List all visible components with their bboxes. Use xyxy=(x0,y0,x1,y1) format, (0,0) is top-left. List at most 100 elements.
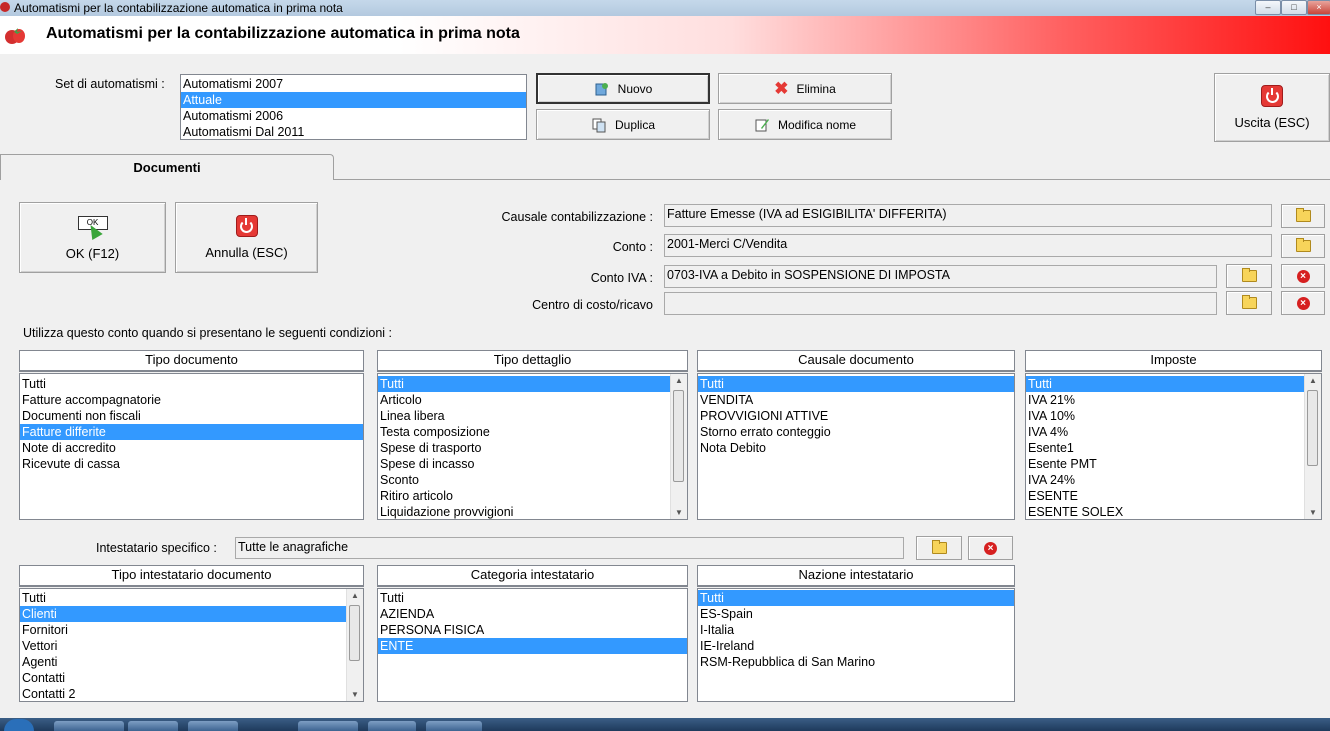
imposte-item[interactable]: ESENTE SOLEX xyxy=(1026,504,1304,519)
ok-button[interactable]: OK OK (F12) xyxy=(19,202,166,273)
start-button[interactable] xyxy=(4,719,34,731)
causale-documento-item[interactable]: PROVVIGIONI ATTIVE xyxy=(698,408,1014,424)
set-listbox[interactable]: Automatismi 2007 Attuale Automatismi 2006 A… xyxy=(180,74,527,140)
nazione-intestatario-item[interactable]: RSM-Repubblica di San Marino xyxy=(698,654,1014,670)
tipo-documento-item[interactable]: Ricevute di cassa xyxy=(20,456,363,472)
set-list-item[interactable]: Attuale xyxy=(181,92,526,108)
causale-documento-header: Causale documento xyxy=(697,350,1015,372)
cancel-button[interactable]: Annulla (ESC) xyxy=(175,202,318,273)
delete-x-icon: ✖ xyxy=(774,78,789,98)
centro-clear-button[interactable]: × xyxy=(1281,291,1325,315)
maximize-icon[interactable]: □ xyxy=(1281,0,1307,15)
tipo-documento-item[interactable]: Documenti non fiscali xyxy=(20,408,363,424)
exit-button[interactable]: Uscita (ESC) xyxy=(1214,73,1330,142)
categoria-intestatario-item[interactable]: ENTE xyxy=(378,638,687,654)
taskbar-button[interactable] xyxy=(426,721,482,731)
tipo-intestatario-item[interactable]: Contatti 2 xyxy=(20,686,346,701)
nazione-intestatario-item[interactable]: Tutti xyxy=(698,590,1014,606)
tipo-intestatario-item[interactable]: Contatti xyxy=(20,670,346,686)
categoria-intestatario-item[interactable]: AZIENDA xyxy=(378,606,687,622)
conto-iva-clear-button[interactable]: × xyxy=(1281,264,1325,288)
imposte-item[interactable]: IVA 10% xyxy=(1026,408,1304,424)
taskbar-button[interactable] xyxy=(298,721,358,731)
causale-browse-button[interactable] xyxy=(1281,204,1325,228)
taskbar-button[interactable] xyxy=(128,721,178,731)
delete-button[interactable]: ✖ Elimina xyxy=(718,73,892,104)
taskbar xyxy=(0,718,1330,731)
tipo-documento-item[interactable]: Note di accredito xyxy=(20,440,363,456)
causale-documento-item[interactable]: VENDITA xyxy=(698,392,1014,408)
imposte-item[interactable]: Esente PMT xyxy=(1026,456,1304,472)
imposte-list[interactable]: Tutti IVA 21% IVA 10% IVA 4% Esente1 Esente P… xyxy=(1025,373,1322,520)
power-icon xyxy=(1261,85,1283,107)
tipo-documento-list[interactable]: Tutti Fatture accompagnatorie Documenti no… xyxy=(19,373,364,520)
new-button[interactable]: Nuovo xyxy=(536,73,710,104)
centro-browse-button[interactable] xyxy=(1226,291,1272,315)
tipo-dettaglio-item[interactable]: Sconto xyxy=(378,472,670,488)
clear-x-icon: × xyxy=(1296,296,1310,310)
categoria-intestatario-item[interactable]: Tutti xyxy=(378,590,687,606)
tipo-dettaglio-item[interactable]: Linea libera xyxy=(378,408,670,424)
tipo-dettaglio-scrollbar[interactable]: ▲ ▼ xyxy=(670,374,687,519)
tipo-intestatario-scrollbar[interactable]: ▲ ▼ xyxy=(346,589,363,701)
strawberry-logo-icon xyxy=(5,28,25,44)
tipo-intestatario-item[interactable]: Tutti xyxy=(20,590,346,606)
causale-documento-item[interactable]: Nota Debito xyxy=(698,440,1014,456)
conditions-label: Utilizza questo conto quando si presenta… xyxy=(23,326,392,340)
imposte-item[interactable]: IVA 4% xyxy=(1026,424,1304,440)
intestatario-clear-button[interactable]: × xyxy=(968,536,1013,560)
causale-documento-item[interactable]: Storno errato conteggio xyxy=(698,424,1014,440)
categoria-intestatario-item[interactable]: PERSONA FISICA xyxy=(378,622,687,638)
tipo-documento-item[interactable]: Fatture accompagnatorie xyxy=(20,392,363,408)
imposte-item[interactable]: Tutti xyxy=(1026,376,1304,392)
tipo-intestatario-item[interactable]: Agenti xyxy=(20,654,346,670)
categoria-intestatario-list[interactable]: Tutti AZIENDA PERSONA FISICA ENTE xyxy=(377,588,688,702)
taskbar-button[interactable] xyxy=(368,721,416,731)
minimize-icon[interactable]: – xyxy=(1255,0,1281,15)
tab-documenti[interactable]: Documenti xyxy=(0,154,334,180)
tipo-intestatario-list[interactable]: Tutti Clienti Fornitori Vettori Agenti Contat… xyxy=(19,588,364,702)
tipo-dettaglio-item[interactable]: Ritiro articolo xyxy=(378,488,670,504)
tipo-dettaglio-item[interactable]: Spese di trasporto xyxy=(378,440,670,456)
close-icon[interactable]: × xyxy=(1307,0,1330,15)
tipo-documento-item[interactable]: Tutti xyxy=(20,376,363,392)
tipo-dettaglio-item[interactable]: Liquidazione provvigioni xyxy=(378,504,670,519)
imposte-scrollbar[interactable]: ▲ ▼ xyxy=(1304,374,1321,519)
conto-field[interactable]: 2001-Merci C/Vendita xyxy=(664,234,1272,257)
causale-documento-list[interactable]: Tutti VENDITA PROVVIGIONI ATTIVE Storno err… xyxy=(697,373,1015,520)
nazione-intestatario-item[interactable]: IE-Ireland xyxy=(698,638,1014,654)
tipo-dettaglio-header: Tipo dettaglio xyxy=(377,350,688,372)
conto-iva-label: Conto IVA : xyxy=(590,271,653,285)
intestatario-field[interactable]: Tutte le anagrafiche xyxy=(235,537,904,559)
tipo-documento-item[interactable]: Fatture differite xyxy=(20,424,363,440)
causale-documento-item[interactable]: Tutti xyxy=(698,376,1014,392)
conto-iva-field[interactable]: 0703-IVA a Debito in SOSPENSIONE DI IMPO… xyxy=(664,265,1217,288)
tipo-intestatario-item[interactable]: Vettori xyxy=(20,638,346,654)
causale-field[interactable]: Fatture Emesse (IVA ad ESIGIBILITA' DIFF… xyxy=(664,204,1272,227)
tipo-dettaglio-item[interactable]: Spese di incasso xyxy=(378,456,670,472)
tipo-intestatario-item[interactable]: Clienti xyxy=(20,606,346,622)
imposte-item[interactable]: IVA 21% xyxy=(1026,392,1304,408)
intestatario-browse-button[interactable] xyxy=(916,536,962,560)
set-list-item[interactable]: Automatismi 2007 xyxy=(181,76,526,92)
tipo-dettaglio-item[interactable]: Articolo xyxy=(378,392,670,408)
nazione-intestatario-item[interactable]: ES-Spain xyxy=(698,606,1014,622)
nazione-intestatario-list[interactable]: Tutti ES-Spain I-Italia IE-Ireland RSM-Repub… xyxy=(697,588,1015,702)
set-list-item[interactable]: Automatismi 2006 xyxy=(181,108,526,124)
imposte-item[interactable]: IVA 24% xyxy=(1026,472,1304,488)
rename-button[interactable]: Modifica nome xyxy=(718,109,892,140)
imposte-item[interactable]: Esente1 xyxy=(1026,440,1304,456)
taskbar-button[interactable] xyxy=(54,721,124,731)
nazione-intestatario-item[interactable]: I-Italia xyxy=(698,622,1014,638)
imposte-item[interactable]: ESENTE xyxy=(1026,488,1304,504)
conto-browse-button[interactable] xyxy=(1281,234,1325,258)
tipo-intestatario-item[interactable]: Fornitori xyxy=(20,622,346,638)
set-list-item[interactable]: Automatismi Dal 2011 xyxy=(181,124,526,139)
tipo-dettaglio-item[interactable]: Testa composizione xyxy=(378,424,670,440)
duplicate-button[interactable]: Duplica xyxy=(536,109,710,140)
tipo-dettaglio-list[interactable]: Tutti Articolo Linea libera Testa composizi… xyxy=(377,373,688,520)
taskbar-button[interactable] xyxy=(188,721,238,731)
centro-field[interactable] xyxy=(664,292,1217,315)
conto-iva-browse-button[interactable] xyxy=(1226,264,1272,288)
tipo-dettaglio-item[interactable]: Tutti xyxy=(378,376,670,392)
